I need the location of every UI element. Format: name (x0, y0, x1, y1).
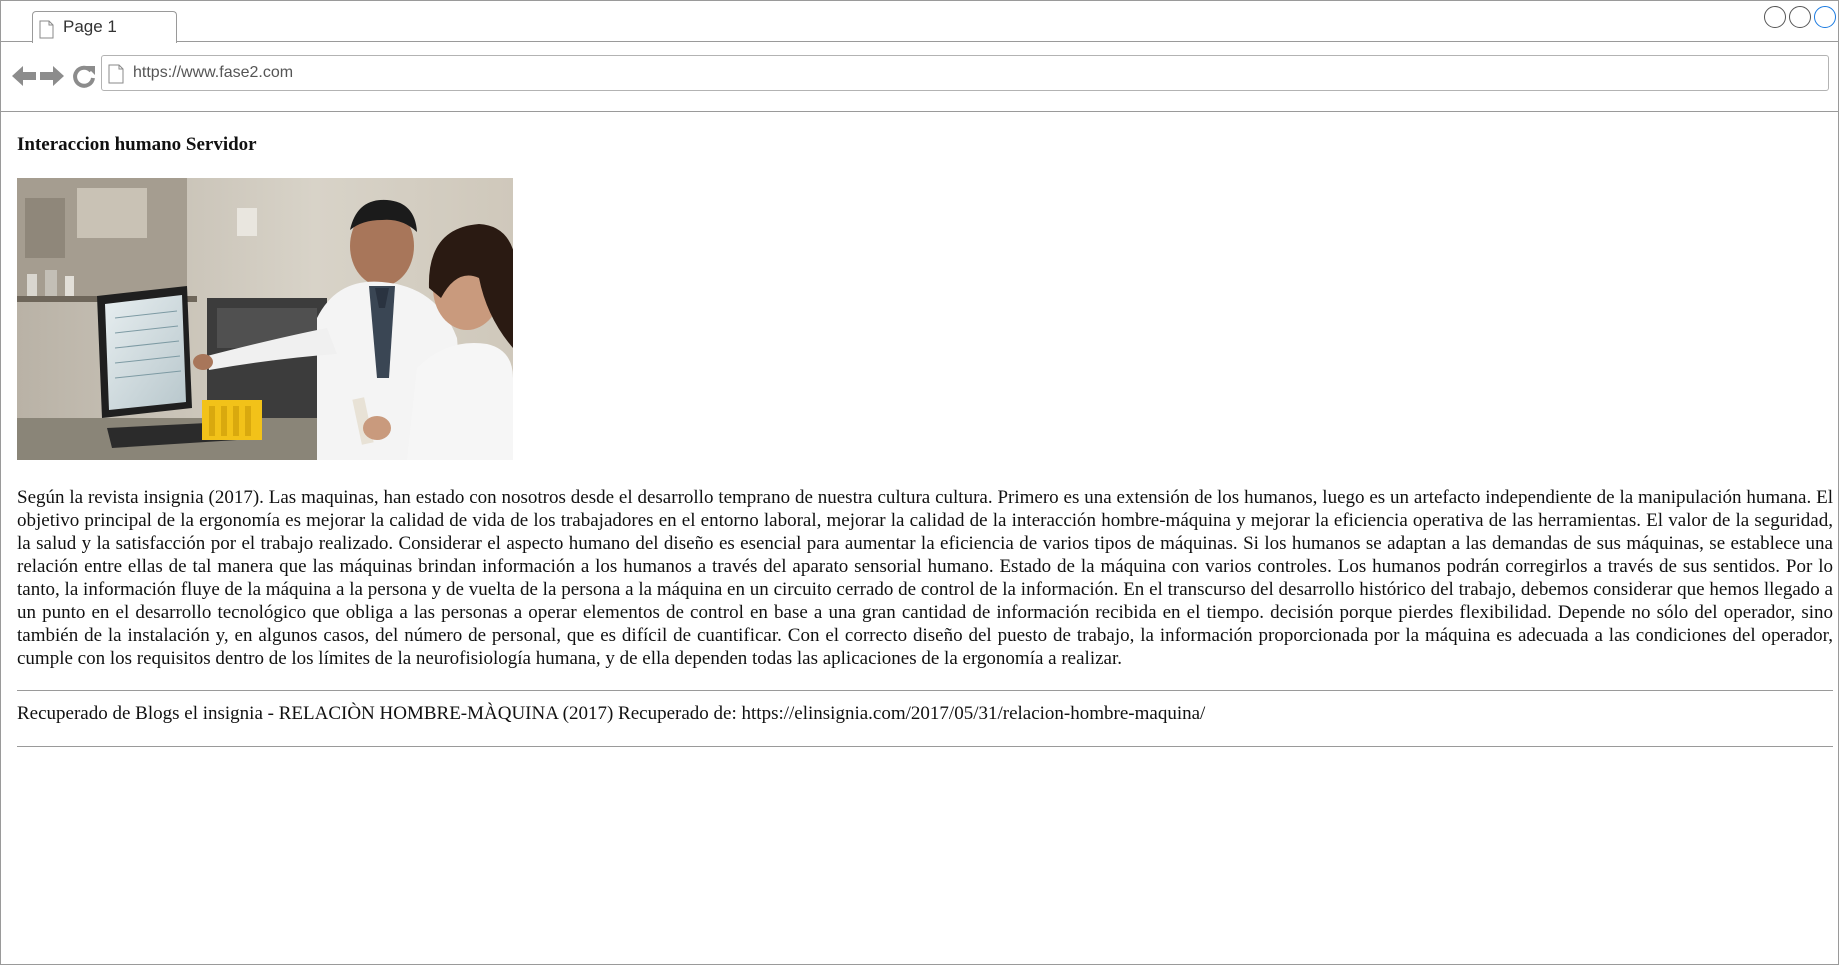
page-icon (39, 20, 54, 39)
divider-bottom (17, 746, 1833, 747)
reload-icon[interactable] (71, 63, 97, 89)
citation-text: Recuperado de Blogs el insignia - RELACI… (17, 703, 1206, 724)
url-input[interactable] (133, 56, 1813, 90)
lab-photo (17, 178, 513, 460)
maximize-button[interactable] (1789, 6, 1811, 28)
tab-label: Page 1 (63, 17, 117, 36)
browser-window: Page 1 Interaccion humano Servid (0, 0, 1839, 965)
back-arrow-icon[interactable] (11, 63, 37, 89)
page-title: Interaccion humano Servidor (17, 134, 257, 155)
article-body: Según la revista insignia (2017). Las ma… (17, 487, 1833, 669)
minimize-button[interactable] (1764, 6, 1786, 28)
page-icon (108, 64, 124, 84)
address-bar[interactable] (101, 55, 1829, 91)
navigation-bar (1, 42, 1838, 112)
close-button[interactable] (1814, 6, 1836, 28)
page-content: Interaccion humano Servidor Según la rev… (17, 112, 1833, 747)
divider-top (17, 690, 1833, 691)
forward-arrow-icon[interactable] (39, 63, 65, 89)
tab-strip: Page 1 (1, 1, 1838, 43)
window-controls (1764, 6, 1836, 28)
tab-page-1[interactable]: Page 1 (32, 11, 177, 43)
